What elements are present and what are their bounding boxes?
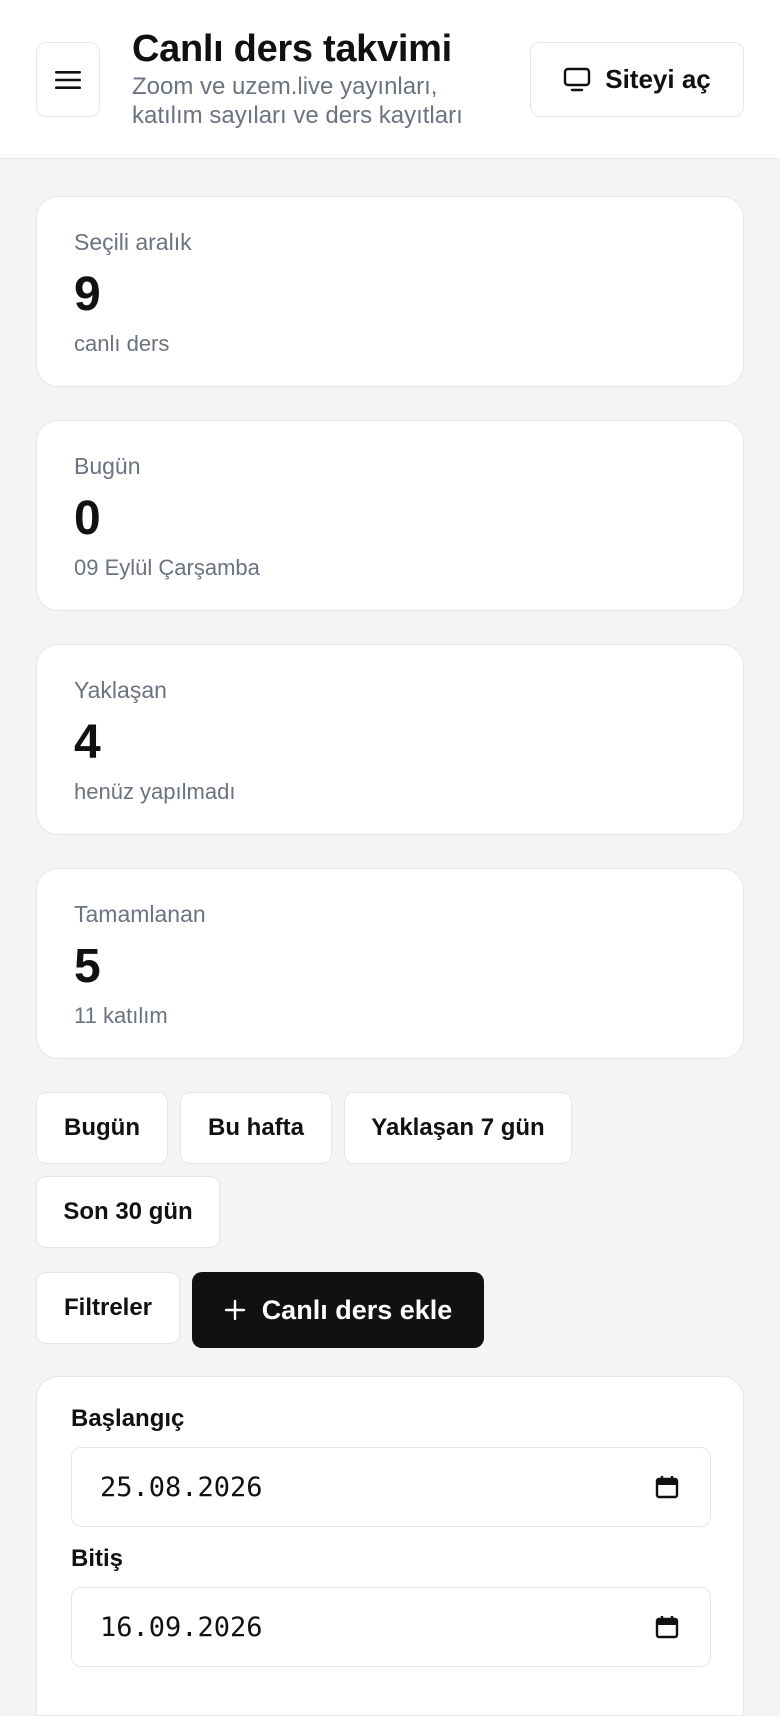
open-site-button[interactable]: Siteyi aç (530, 42, 744, 117)
page-subtitle: Zoom ve uzem.live yayınları, katılım say… (132, 73, 463, 129)
menu-button[interactable] (36, 42, 100, 117)
stat-card-selected-range: Seçili aralık 9 canlı ders (36, 196, 744, 387)
start-date-input[interactable]: 25.08.2026 (71, 1447, 711, 1527)
app-header: Canlı ders takvimi Zoom ve uzem.live yay… (0, 0, 780, 159)
end-date-value: 16.09.2026 (100, 1611, 263, 1643)
open-site-label: Siteyi aç (605, 64, 711, 94)
plus-icon (224, 1299, 245, 1321)
stat-card-upcoming: Yaklaşan 4 henüz yapılmadı (36, 644, 744, 835)
range-chip-today[interactable]: Bugün (36, 1092, 168, 1164)
start-date-value: 25.08.2026 (100, 1471, 263, 1503)
stat-card-completed: Tamamlanan 5 11 katılım (36, 868, 744, 1059)
end-date-input[interactable]: 16.09.2026 (71, 1587, 711, 1667)
stat-value: 0 (74, 492, 101, 545)
range-chip-next-7-days[interactable]: Yaklaşan 7 gün (344, 1092, 572, 1164)
stat-caption: 09 Eylül Çarşamba (74, 555, 260, 580)
stat-caption: henüz yapılmadı (74, 779, 236, 804)
stat-label: Yaklaşan (74, 677, 167, 703)
stat-value: 5 (74, 940, 101, 993)
start-date-label: Başlangıç (71, 1405, 185, 1432)
stat-value: 4 (74, 716, 101, 769)
page-title: Canlı ders takvimi (132, 28, 452, 70)
stat-label: Tamamlanan (74, 901, 206, 927)
add-live-lesson-label: Canlı ders ekle (261, 1294, 453, 1325)
end-date-label: Bitiş (71, 1545, 124, 1572)
stat-label: Bugün (74, 453, 141, 479)
filter-panel: Başlangıç 25.08.2026 Bitiş 16.09.2026 (36, 1376, 744, 1716)
stat-caption: canlı ders (74, 331, 170, 356)
range-chip-last-30-days[interactable]: Son 30 gün (36, 1176, 220, 1248)
monitor-icon (564, 67, 591, 91)
calendar-icon[interactable] (654, 1474, 680, 1500)
stat-value: 9 (74, 268, 101, 321)
stat-label: Seçili aralık (74, 229, 192, 255)
add-live-lesson-button[interactable]: Canlı ders ekle (192, 1272, 484, 1348)
stat-card-today: Bugün 0 09 Eylül Çarşamba (36, 420, 744, 611)
hamburger-icon (55, 70, 81, 89)
stat-caption: 11 katılım (74, 1003, 168, 1028)
calendar-icon[interactable] (654, 1614, 680, 1640)
filters-button[interactable]: Filtreler (36, 1272, 180, 1344)
range-chip-this-week[interactable]: Bu hafta (180, 1092, 332, 1164)
